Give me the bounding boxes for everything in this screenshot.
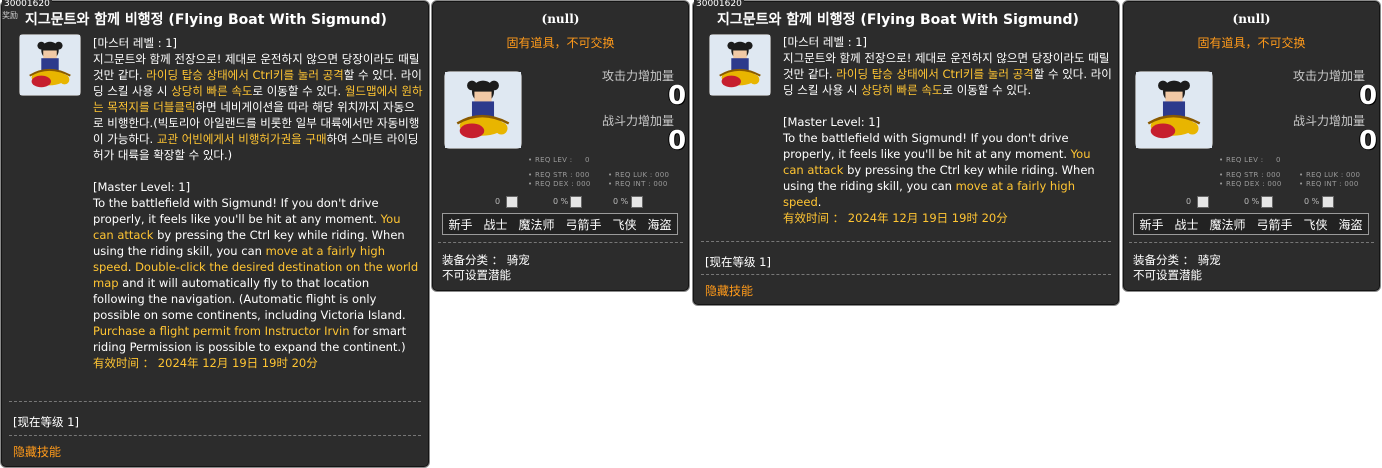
job-pirate: 海盗 — [1338, 217, 1363, 232]
req-int: • REQ INT : 000 — [608, 180, 668, 188]
equip-tooltip-panel: (null) 固有道具，不可交换 攻击力增加量 0 战斗力增加量 0 • REQ… — [1122, 0, 1381, 292]
no-potential-label: 不可设置潜能 — [1133, 268, 1202, 282]
flying-boat-icon — [19, 34, 81, 96]
job-warrior: 战士 — [483, 217, 508, 232]
skill-tooltip-panel-short: 30001620 지그문트와 함께 비행정 (Flying Boat With … — [692, 0, 1120, 306]
job-pirate: 海盗 — [647, 217, 672, 232]
power-increase-label: 战斗力增加量 — [1293, 114, 1366, 128]
item-id-tag: 奖励 — [2, 11, 18, 20]
expiry-time: 有效时间 ： 2024年 12月 19日 19时 20分 — [783, 211, 1008, 225]
option-3-value: 0 % — [613, 197, 629, 206]
req-luk: • REQ LUK : 000 — [1299, 171, 1361, 179]
hidden-skill-label: 隐藏技能 — [705, 284, 754, 298]
job-beginner: 新手 — [1139, 217, 1164, 232]
hidden-skill-label: 隐藏技能 — [13, 445, 62, 459]
equip-name: (null) — [1232, 12, 1271, 26]
option-1-icon — [506, 196, 518, 208]
power-increase-label: 战斗力增加量 — [602, 114, 675, 128]
flying-boat-icon — [444, 71, 522, 149]
equip-name: (null) — [541, 12, 580, 26]
job-beginner: 新手 — [448, 217, 473, 232]
attack-increase-label: 攻击力增加量 — [1293, 69, 1366, 83]
description-kr: 지그문트와 함께 전장으로! 제대로 운전하지 않으면 당장이라도 때릴 것만 … — [93, 52, 423, 162]
option-2-icon — [1261, 196, 1273, 208]
divider — [1129, 242, 1374, 243]
divider — [9, 435, 421, 436]
req-int: • REQ INT : 000 — [1299, 180, 1359, 188]
flying-boat-icon — [1135, 71, 1213, 149]
skill-title: 지그문트와 함께 비행정 (Flying Boat With Sigmund) — [717, 12, 1079, 28]
item-id-label: 30001620 — [2, 0, 52, 9]
req-luk: • REQ LUK : 000 — [608, 171, 670, 179]
job-magician: 魔法师 — [518, 217, 555, 232]
current-level: [现在等级 1] — [705, 255, 771, 269]
option-2-icon — [570, 196, 582, 208]
skill-description: [마스터 레벨 : 1] 지그문트와 함께 전장으로! 제대로 운전하지 않으면… — [783, 34, 1113, 226]
description-en: To the battlefield with Sigmund! If you … — [783, 131, 1095, 209]
power-increase-value: 0 — [668, 126, 687, 156]
req-str: • REQ STR : 000 — [1219, 171, 1281, 179]
job-magician: 魔法师 — [1209, 217, 1246, 232]
option-2-value: 0 % — [553, 197, 569, 206]
option-2-value: 0 % — [1244, 197, 1260, 206]
attack-increase-value: 0 — [1359, 81, 1378, 111]
job-thief: 飞侠 — [612, 217, 637, 232]
expiry-time: 有效时间 ： 2024年 12月 19日 19时 20分 — [93, 356, 318, 370]
current-level: [现在等级 1] — [13, 415, 79, 429]
skill-title: 지그문트와 함께 비행정 (Flying Boat With Sigmund) — [25, 12, 387, 28]
req-lev: • REQ LEV : 0 — [1219, 156, 1281, 164]
req-lev: • REQ LEV : 0 — [528, 156, 590, 164]
equip-category: 装备分类 ： 骑宠 — [1133, 253, 1221, 267]
equip-tooltip-panel: (null) 固有道具，不可交换 攻击力增加量 0 战斗力增加量 0 • REQ… — [431, 0, 690, 292]
divider — [701, 241, 1111, 242]
flying-boat-icon — [709, 34, 771, 96]
option-1-icon — [1197, 196, 1209, 208]
divider — [9, 401, 421, 402]
no-potential-label: 不可设置潜能 — [442, 268, 511, 282]
divider — [701, 274, 1111, 275]
skill-description: [마스터 레벨 : 1] 지그문트와 함께 전장으로! 제대로 운전하지 않으면… — [93, 35, 423, 371]
job-thief: 飞侠 — [1303, 217, 1328, 232]
job-list: 新手 战士 魔法师 弓箭手 飞侠 海盗 — [1133, 213, 1369, 235]
job-bowman: 弓箭手 — [565, 217, 602, 232]
attack-increase-value: 0 — [668, 81, 687, 111]
power-increase-value: 0 — [1359, 126, 1378, 156]
master-level-en: [Master Level: 1] — [93, 180, 191, 194]
req-dex: • REQ DEX : 000 — [528, 180, 591, 188]
skill-tooltip-panel: 30001620 奖励 지그문트와 함께 비행정 (Flying Boat Wi… — [0, 0, 430, 468]
equip-category: 装备分类 ： 骑宠 — [442, 253, 530, 267]
master-level-kr: [마스터 레벨 : 1] — [93, 36, 178, 50]
attack-increase-label: 攻击力增加量 — [602, 69, 675, 83]
description-kr: 지그문트와 함께 전장으로! 제대로 운전하지 않으면 당장이라도 때릴 것만 … — [783, 51, 1112, 97]
req-dex: • REQ DEX : 000 — [1219, 180, 1282, 188]
job-bowman: 弓箭手 — [1256, 217, 1293, 232]
option-3-icon — [631, 196, 643, 208]
option-1-value: 0 — [1186, 197, 1192, 206]
untradable-label: 固有道具，不可交换 — [1197, 36, 1306, 50]
divider — [438, 242, 683, 243]
option-3-value: 0 % — [1304, 197, 1320, 206]
item-id-label: 30001620 — [694, 0, 744, 9]
master-level-en: [Master Level: 1] — [783, 115, 881, 129]
req-str: • REQ STR : 000 — [528, 171, 590, 179]
job-warrior: 战士 — [1174, 217, 1199, 232]
master-level-kr: [마스터 레벨 : 1] — [783, 35, 868, 49]
untradable-label: 固有道具，不可交换 — [506, 36, 615, 50]
description-en: To the battlefield with Sigmund! If you … — [93, 196, 419, 354]
option-1-value: 0 — [495, 197, 501, 206]
option-3-icon — [1322, 196, 1334, 208]
job-list: 新手 战士 魔法师 弓箭手 飞侠 海盗 — [442, 213, 678, 235]
